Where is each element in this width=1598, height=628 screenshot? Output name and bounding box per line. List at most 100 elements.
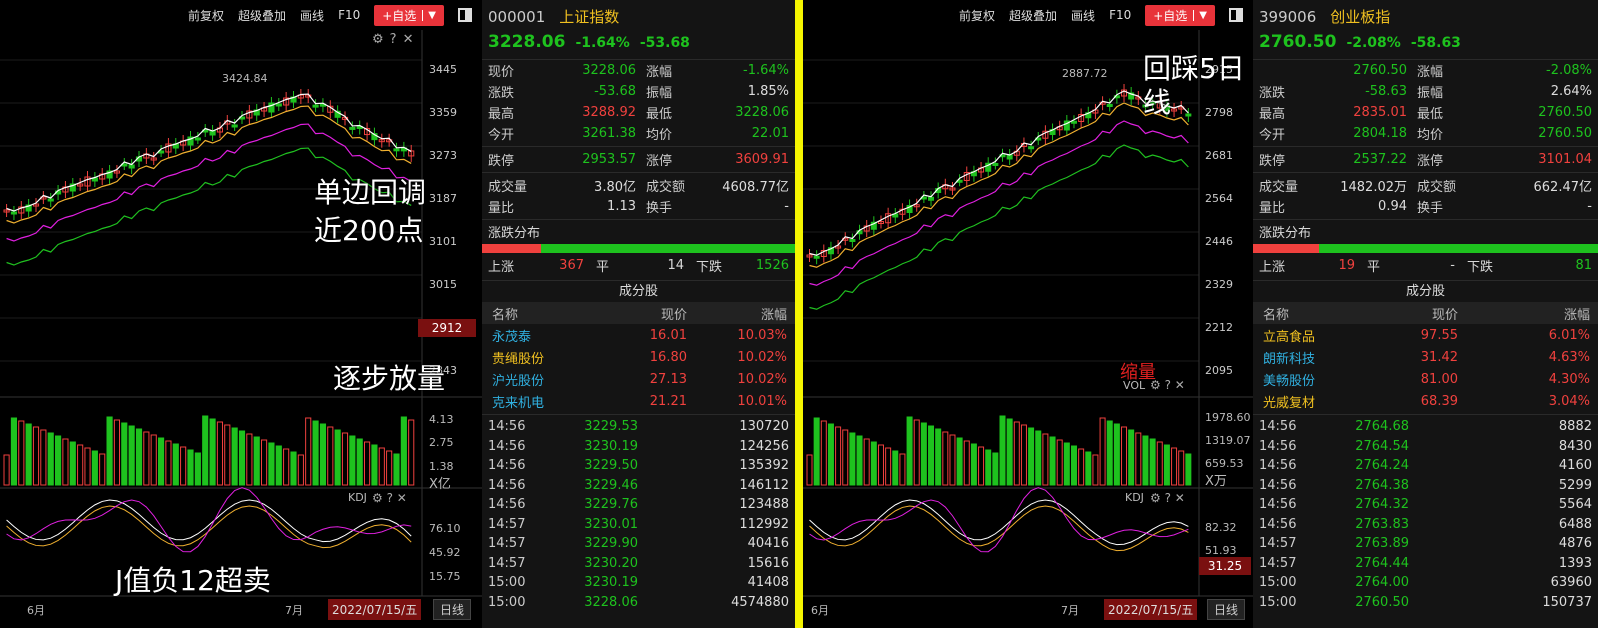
volume-bar	[25, 423, 32, 486]
left-quote-panel: 000001 上证指数 3228.06 -1.64% -53.68 现价 3228.06 涨幅…	[482, 0, 795, 628]
tick-volume: 8430	[1558, 438, 1592, 454]
vol-unit: X万	[1205, 474, 1227, 489]
kdj-price-tag: 31.25	[1199, 557, 1251, 575]
draw-button[interactable]: 画线	[300, 7, 324, 24]
volume-bar	[283, 448, 290, 486]
day-tab[interactable]: 日线	[433, 599, 472, 620]
volume-bar	[135, 428, 143, 486]
fullscreen-icon[interactable]	[458, 8, 472, 22]
kdj-controls[interactable]: ⚙ ? ✕	[1150, 491, 1185, 505]
price-scale-label: 2564	[1205, 192, 1233, 205]
component-name[interactable]: 光威复材	[1253, 392, 1363, 411]
quote-row: 涨跌 -53.68 振幅 1.85%	[482, 81, 795, 102]
quote-value-2: -	[784, 199, 789, 214]
tick-row: 14:56 2763.83 6488	[1253, 515, 1598, 535]
kdj-controls[interactable]: ⚙ ? ✕	[372, 491, 407, 505]
up-count: 367	[559, 258, 584, 273]
component-name[interactable]: 美畅股份	[1253, 370, 1363, 389]
down-count: 1526	[755, 258, 789, 273]
overlay-button[interactable]: 超级叠加	[238, 7, 286, 24]
component-name[interactable]: 立高食品	[1253, 326, 1363, 345]
chevron-down-icon[interactable]: ▼	[422, 9, 436, 21]
tick-price: 2763.89	[1355, 536, 1409, 552]
component-name[interactable]: 沪光股份	[482, 370, 592, 389]
month-label-1: 6月	[27, 604, 45, 617]
volume-bar	[1128, 429, 1135, 486]
add-watchlist-button[interactable]: +自选 ▼	[1145, 4, 1215, 26]
volume-bar	[942, 431, 949, 486]
quote-key-2: 均价	[646, 128, 673, 143]
volume-bar	[1149, 438, 1156, 486]
component-row[interactable]: 永茂泰 16.01 10.03%	[482, 324, 795, 346]
price-scale-label: 2095	[1205, 364, 1233, 377]
index-price: 2760.50	[1259, 32, 1337, 52]
tick-price: 3230.19	[584, 438, 638, 454]
component-row[interactable]: 朗新科技 31.42 4.63%	[1253, 346, 1598, 368]
quote-key-2: 最低	[646, 107, 673, 122]
component-row[interactable]: 光威复材 68.39 3.04%	[1253, 390, 1598, 412]
f10-button[interactable]: F10	[338, 8, 360, 22]
tick-price: 2764.32	[1355, 497, 1409, 513]
help-icon[interactable]: ?	[390, 32, 397, 47]
component-price: 21.21	[649, 393, 687, 409]
dist-up-bar	[1253, 244, 1319, 253]
close-icon[interactable]: ✕	[403, 32, 414, 47]
separator	[482, 219, 795, 220]
component-row[interactable]: 美畅股份 81.00 4.30%	[1253, 368, 1598, 390]
quote-value: 2953.57	[582, 152, 636, 167]
component-row[interactable]: 立高食品 97.55 6.01%	[1253, 324, 1598, 346]
col-pct: 涨幅	[760, 307, 787, 323]
fq-button[interactable]: 前复权	[959, 7, 995, 24]
quote-key-2: 涨停	[1417, 154, 1444, 169]
dist-row: 上涨 19 平 - 下跌 81	[1253, 255, 1598, 276]
fullscreen-icon[interactable]	[1229, 8, 1243, 22]
volume-bar	[349, 435, 356, 486]
flat-count: -	[1450, 258, 1455, 273]
price-scale-label: 3015	[429, 278, 457, 291]
tick-price: 2764.44	[1355, 555, 1409, 571]
volume-bar	[91, 450, 98, 486]
volume-bar	[1142, 435, 1149, 486]
add-watchlist-button[interactable]: +自选 ▼	[374, 4, 444, 26]
component-pct: 10.03%	[737, 327, 787, 343]
left-pane: 前复权 超级叠加 画线 F10 +自选 ▼ ⚙? ✕ 3424.84 3445 335…	[0, 0, 795, 628]
left-chart-svg[interactable]	[0, 0, 482, 628]
component-row[interactable]: 克来机电 21.21 10.01%	[482, 390, 795, 412]
component-name[interactable]: 永茂泰	[482, 326, 592, 345]
tick-price: 2764.24	[1355, 458, 1409, 474]
component-name[interactable]: 贵绳股份	[482, 348, 592, 367]
candle	[1028, 146, 1035, 150]
day-tab[interactable]: 日线	[1207, 599, 1246, 620]
f10-button[interactable]: F10	[1109, 8, 1131, 22]
volume-bar	[356, 438, 363, 486]
volume-bar	[180, 446, 187, 486]
index-pct: -1.64%	[575, 35, 630, 51]
tick-volume: 124256	[739, 438, 789, 454]
component-name[interactable]: 克来机电	[482, 392, 592, 411]
quote-key-2: 振幅	[1417, 86, 1444, 101]
component-pct: 10.02%	[737, 371, 787, 387]
volume-bar	[341, 432, 349, 486]
tick-row: 14:56 3229.53 130720	[482, 417, 795, 437]
quote-key: 现价	[488, 65, 515, 80]
right-chart[interactable]: 前复权 超级叠加 画线 F10 +自选 ▼ 2887.72 2915 2798 268…	[803, 0, 1253, 628]
quote-value-2: 2760.50	[1538, 126, 1592, 141]
left-chart[interactable]: 前复权 超级叠加 画线 F10 +自选 ▼ ⚙? ✕ 3424.84 3445 335…	[0, 0, 482, 628]
volume-bar	[261, 439, 268, 486]
component-name[interactable]: 朗新科技	[1253, 348, 1363, 367]
tick-volume: 4160	[1558, 458, 1592, 474]
volume-bar	[231, 427, 238, 486]
quote-key: 跌停	[1259, 154, 1286, 169]
component-row[interactable]: 沪光股份 27.13 10.02%	[482, 368, 795, 390]
settings-icon[interactable]: ⚙	[372, 32, 384, 47]
components-table: 名称 现价 涨幅 永茂泰 16.01 10.03% 贵绳股份 16.80 10.02% 沪光股份 2…	[482, 302, 795, 412]
chevron-down-icon[interactable]: ▼	[1193, 9, 1207, 21]
overlay-button[interactable]: 超级叠加	[1009, 7, 1057, 24]
kdj-d-line	[6, 505, 412, 549]
vol-scale-3: 659.53	[1205, 457, 1244, 470]
tick-price: 2764.54	[1355, 438, 1409, 454]
draw-button[interactable]: 画线	[1071, 7, 1095, 24]
fq-button[interactable]: 前复权	[188, 7, 224, 24]
component-row[interactable]: 贵绳股份 16.80 10.02%	[482, 346, 795, 368]
tick-row: 14:57 2764.44 1393	[1253, 554, 1598, 574]
